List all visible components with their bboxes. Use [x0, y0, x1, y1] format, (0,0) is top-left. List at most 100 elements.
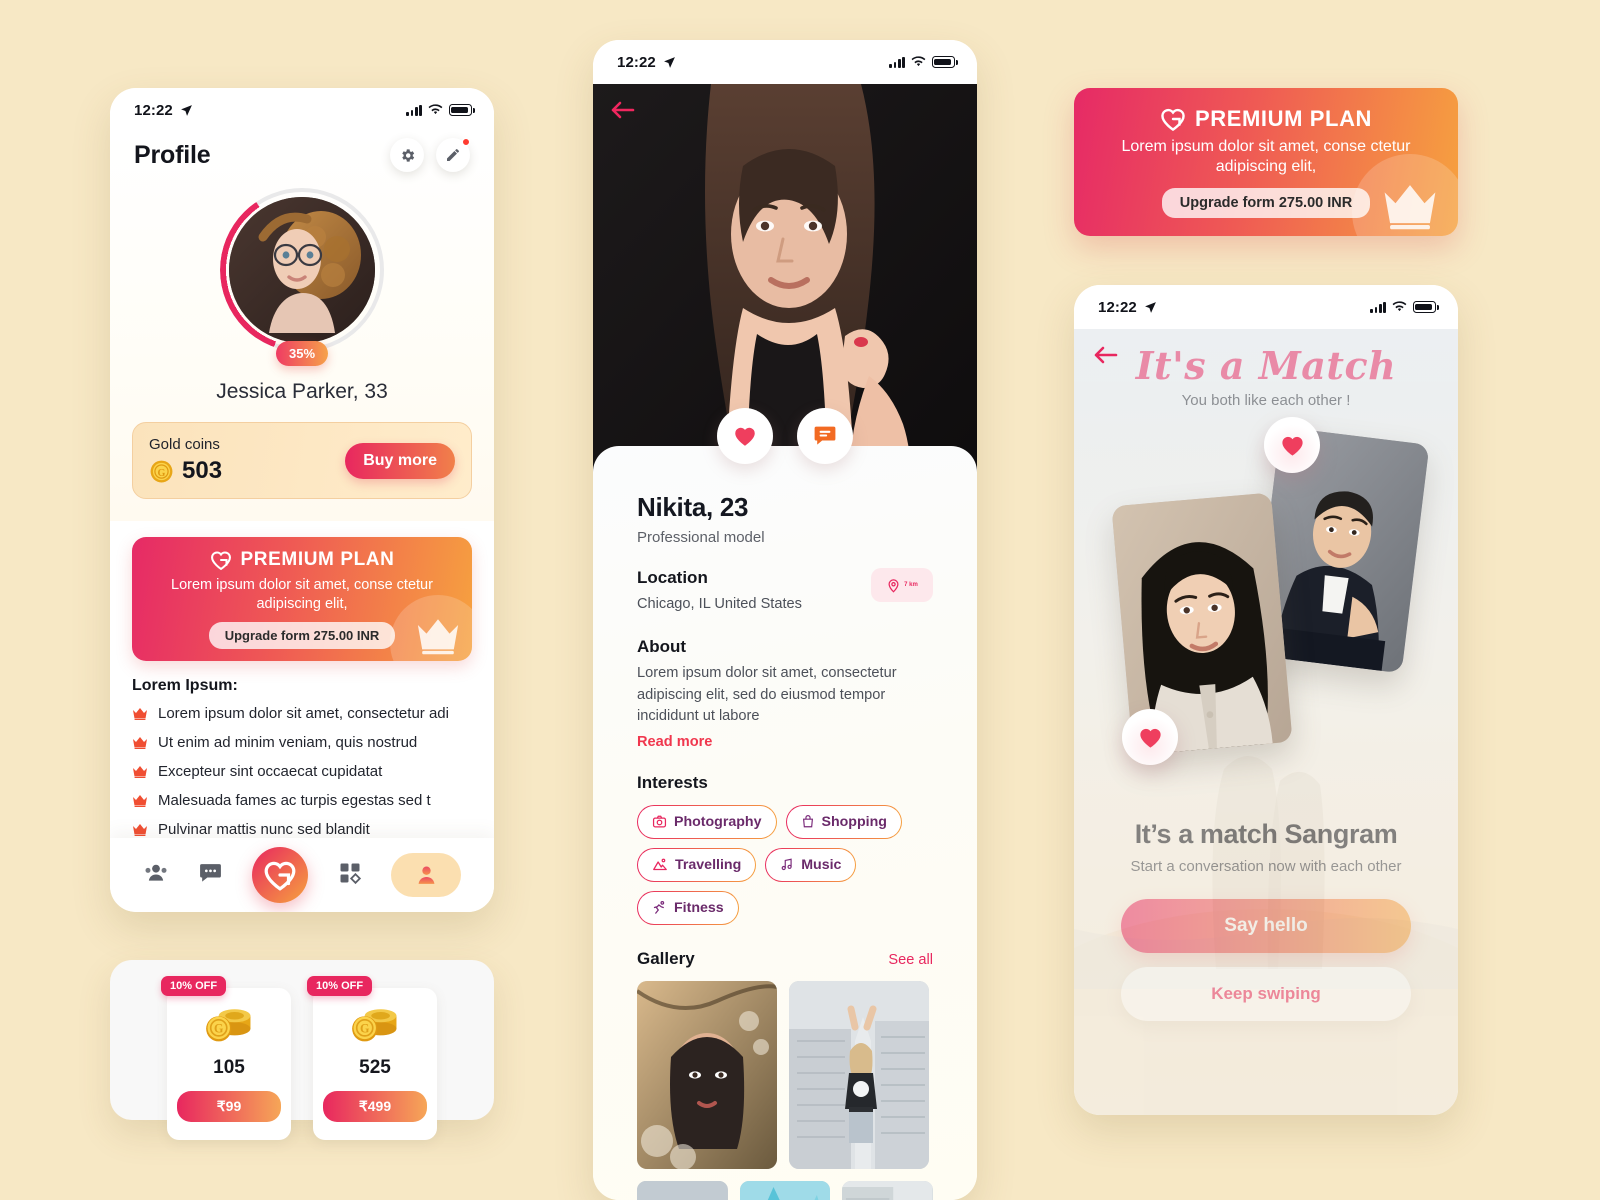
gallery-grid — [637, 980, 933, 1169]
list-item: Malesuada fames ac turpis egestas sed t — [132, 792, 472, 809]
back-button[interactable] — [1092, 343, 1120, 372]
gallery-photo[interactable] — [637, 980, 777, 1169]
interest-chip-label: Photography — [674, 813, 762, 830]
coin-pack[interactable]: 10% OFF G 105 ₹99 — [161, 976, 291, 1140]
lorem-list-block: Lorem Ipsum: Lorem ipsum dolor sit amet,… — [110, 661, 494, 838]
page-title: Profile — [134, 140, 211, 169]
list-item: Lorem ipsum dolor sit amet, consectetur … — [132, 705, 472, 722]
interest-chip-shopping[interactable]: Shopping — [786, 805, 902, 839]
profile-header: Profile — [110, 132, 494, 172]
match-screen: 12:22 — [1074, 285, 1458, 1115]
premium-banner-title: PREMIUM PLAN — [1194, 105, 1373, 131]
back-button[interactable] — [609, 98, 637, 127]
interest-chip-label: Music — [801, 856, 842, 873]
detail-content-sheet: Nikita, 23 Professional model Location C… — [593, 446, 977, 1200]
about-section: About Lorem ipsum dolor sit amet, consec… — [637, 637, 933, 750]
profile-screen: 12:22 Profile 35% Jessica Parker, 33 Gol… — [110, 88, 494, 912]
match-cards-area — [1074, 417, 1458, 817]
interest-chip-photography[interactable]: Photography — [637, 805, 777, 839]
like-button[interactable] — [717, 408, 773, 464]
status-bar: 12:22 — [110, 88, 494, 132]
premium-plan-banner[interactable]: PREMIUM PLAN Lorem ipsum dolor sit amet,… — [1074, 88, 1458, 236]
crown-icon — [133, 766, 147, 778]
heart-g-logo-icon — [210, 551, 231, 571]
gallery-thumbnail[interactable] — [637, 1180, 728, 1200]
heart-icon — [735, 427, 755, 446]
premium-plan-card[interactable]: PREMIUM PLAN Lorem ipsum dolor sit amet,… — [132, 537, 472, 661]
pencil-icon — [447, 149, 459, 161]
see-all-link[interactable]: See all — [888, 952, 933, 968]
buy-more-button[interactable]: Buy more — [345, 442, 455, 479]
sidebar-item-people[interactable] — [143, 860, 169, 891]
gold-coins-card: Gold coins G 503 Buy more — [132, 422, 472, 499]
gallery-thumbnail[interactable] — [842, 1180, 934, 1200]
shopping-bag-icon — [802, 815, 813, 828]
status-bar: 12:22 — [1074, 285, 1458, 329]
settings-button[interactable] — [390, 138, 424, 172]
sidebar-item-profile[interactable] — [391, 853, 462, 897]
sidebar-item-chat[interactable] — [198, 860, 223, 890]
list-item-label: Excepteur sint occaecat cupidatat — [158, 763, 383, 780]
upgrade-button[interactable]: Upgrade form 275.00 INR — [208, 622, 396, 650]
person-icon — [418, 866, 435, 884]
interest-chip-fitness[interactable]: Fitness — [637, 891, 739, 925]
wifi-icon — [1392, 301, 1407, 312]
wifi-icon — [428, 104, 443, 115]
screenshot-canvas: 12:22 Profile 35% Jessica Parker, 33 Gol… — [0, 0, 1600, 1200]
list-item: Pulvinar mattis nunc sed blandit — [132, 821, 472, 838]
coin-packs-row: 10% OFF G 105 ₹99 10% OFF G 525 ₹499 — [110, 960, 494, 1140]
crown-icon — [417, 619, 459, 655]
premium-banner-upgrade-button[interactable]: Upgrade form 275.00 INR — [1161, 188, 1371, 219]
gallery-thumbnail[interactable] — [739, 1180, 831, 1200]
edit-profile-button[interactable] — [436, 138, 470, 172]
svg-text:G: G — [214, 1022, 224, 1036]
interest-chip-travelling[interactable]: Travelling — [637, 848, 756, 882]
profile-lower-section: PREMIUM PLAN Lorem ipsum dolor sit amet,… — [110, 537, 494, 838]
music-note-icon — [781, 858, 792, 871]
notification-dot — [462, 138, 470, 146]
grid-icon — [340, 863, 361, 884]
coin-stack-icon: G — [352, 1009, 397, 1042]
status-bar: 12:22 — [593, 40, 977, 84]
premium-plan-subtitle: Lorem ipsum dolor sit amet, conse ctetur… — [171, 576, 433, 612]
coin-pack-price-button[interactable]: ₹499 — [323, 1091, 427, 1122]
sidebar-item-grid[interactable] — [338, 861, 362, 890]
message-button[interactable] — [797, 408, 853, 464]
match-heart-badge-top — [1264, 417, 1320, 473]
list-item: Ut enim ad minim veniam, quis nostrud — [132, 734, 472, 751]
coin-packs-card: 10% OFF G 105 ₹99 10% OFF G 525 ₹499 — [110, 960, 494, 1140]
heart-g-logo-icon — [1161, 108, 1185, 131]
interests-chip-list: Photography Shopping Travelling Music Fi… — [637, 805, 933, 925]
camera-icon — [652, 815, 667, 828]
avatar[interactable]: 35% — [220, 188, 384, 366]
list-item-label: Pulvinar mattis nunc sed blandit — [158, 821, 370, 838]
status-bar-time: 12:22 — [617, 53, 656, 71]
gear-icon — [401, 148, 414, 162]
wifi-icon — [911, 56, 926, 67]
signal-bars-icon — [889, 56, 905, 68]
distance-badge-text: 7 km — [904, 582, 918, 588]
coin-stack-icon: G — [206, 1009, 251, 1042]
sidebar-item-home[interactable] — [252, 847, 309, 903]
interest-chip-music[interactable]: Music — [765, 848, 856, 882]
location-section: Location Chicago, IL United States 7 km — [637, 568, 933, 615]
gold-coins-value: 503 — [182, 457, 223, 484]
about-text: Lorem ipsum dolor sit amet, consectetur … — [637, 665, 897, 725]
location-value: Chicago, IL United States — [637, 596, 802, 612]
bottom-navigation — [110, 838, 494, 912]
read-more-link[interactable]: Read more — [637, 734, 712, 750]
distance-badge[interactable]: 7 km — [871, 568, 933, 602]
profile-detail-screen: 12:22 Nikita, 23 Professional model Loca… — [593, 40, 977, 1200]
coin-pack-price-button[interactable]: ₹99 — [177, 1091, 281, 1122]
gallery-heading: Gallery — [637, 948, 695, 968]
gallery-photo[interactable] — [789, 980, 929, 1169]
mountain-icon — [653, 858, 667, 871]
status-bar-time: 12:22 — [1098, 298, 1137, 316]
crown-icon — [133, 737, 147, 749]
coin-pack[interactable]: 10% OFF G 525 ₹499 — [307, 976, 437, 1140]
completion-badge: 35% — [275, 341, 329, 366]
lorem-list-heading: Lorem Ipsum: — [132, 677, 238, 694]
discount-badge: 10% OFF — [161, 976, 227, 996]
coin-pack-amount: 525 — [359, 1057, 391, 1078]
location-arrow-icon — [1144, 301, 1156, 313]
